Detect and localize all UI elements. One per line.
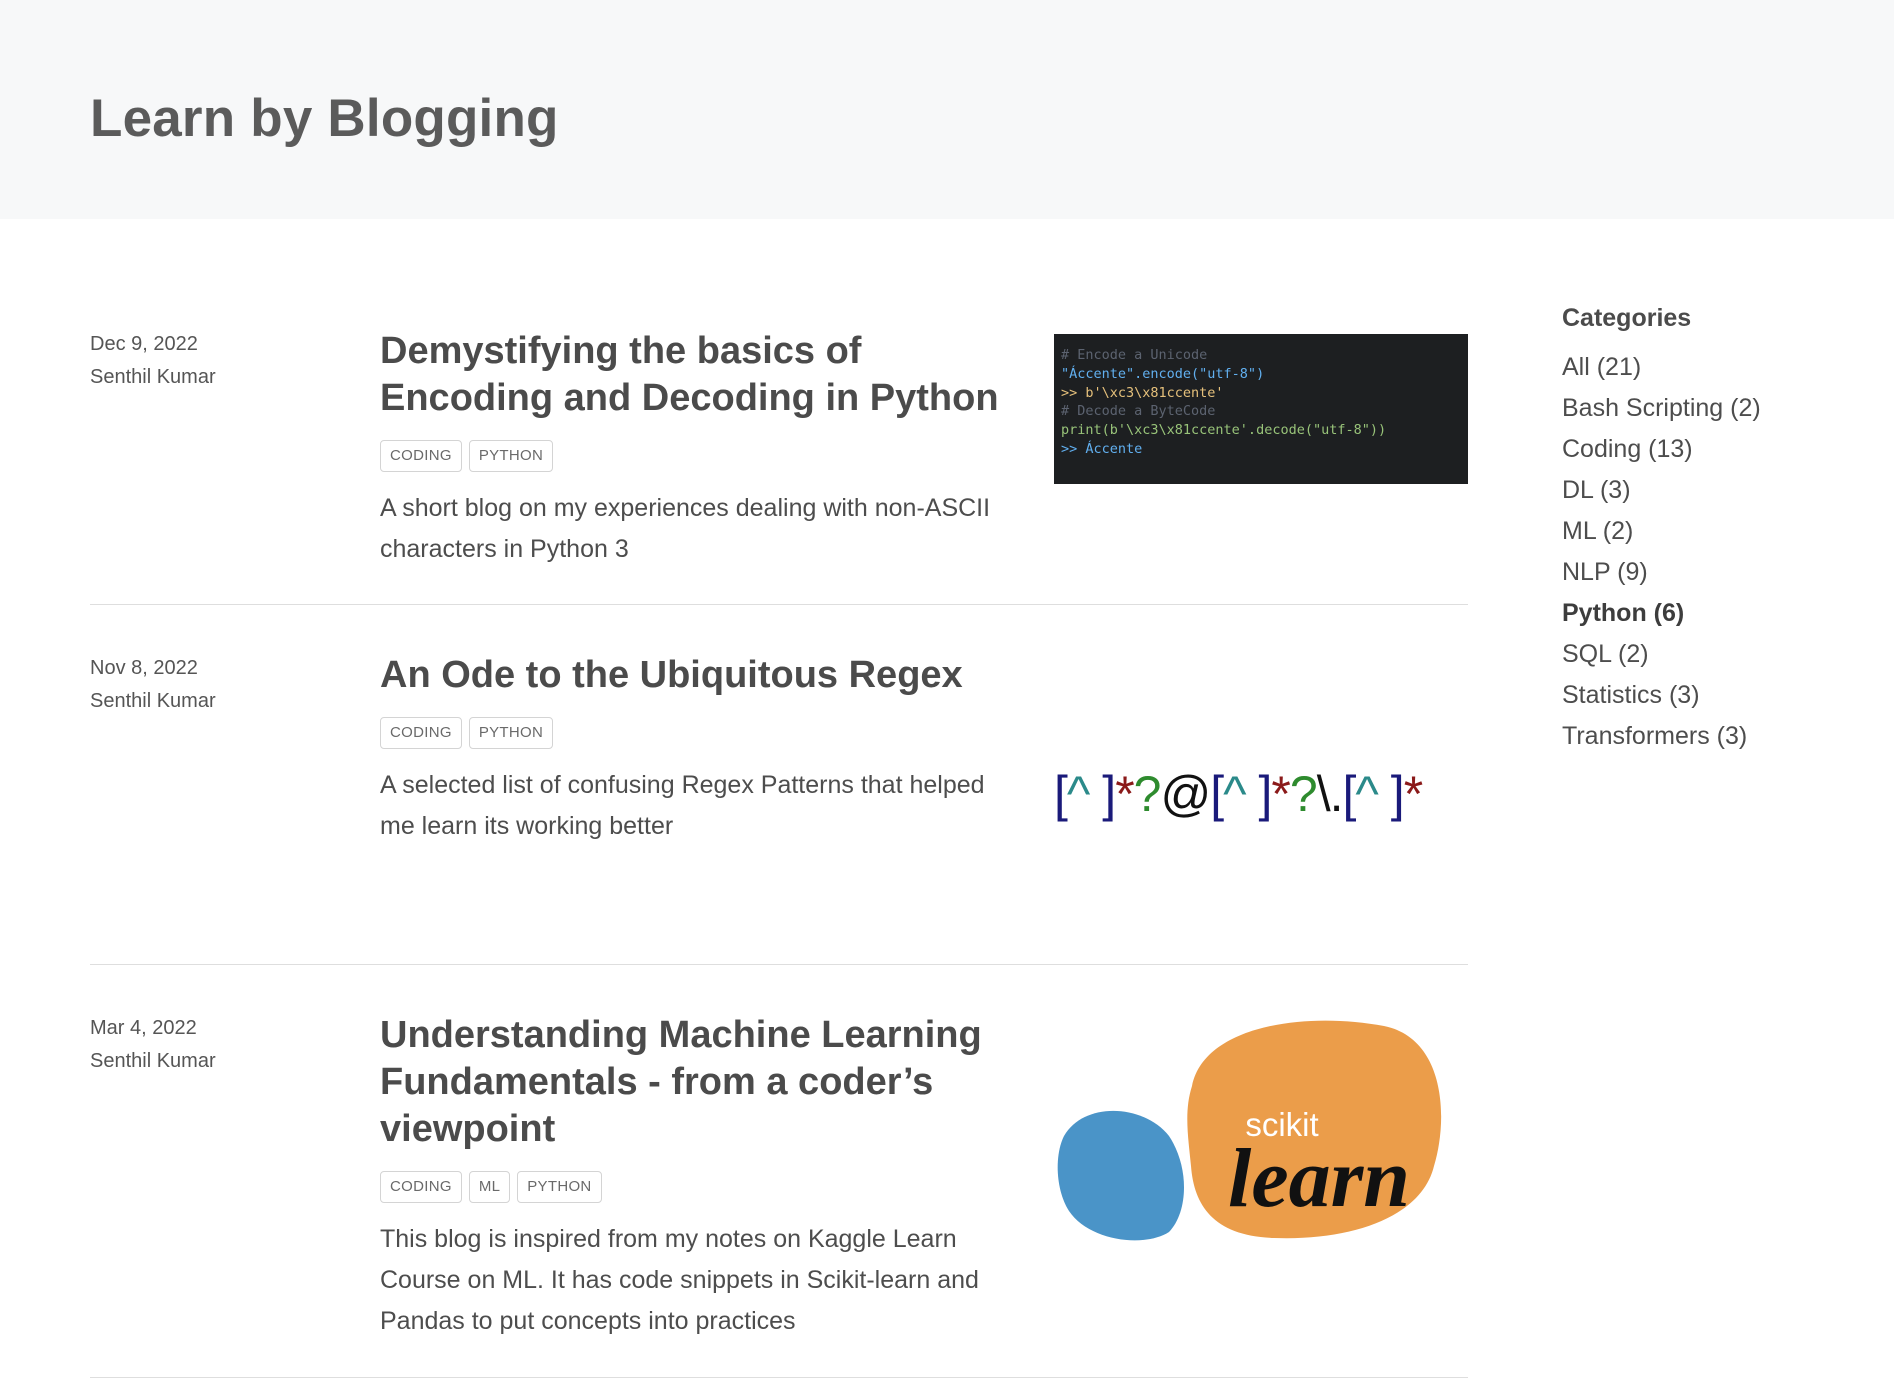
post-thumbnail-code[interactable]: # Encode a Unicode "Áccente".encode("utf… [1054,334,1468,484]
tag-ml[interactable]: ML [468,1171,511,1203]
code-line: print(b'\xc3\x81ccente'.decode("utf-8")) [1061,422,1387,439]
post-title[interactable]: An Ode to the Ubiquitous Regex [380,652,1000,699]
category-transformers[interactable]: Transformers (3) [1562,716,1862,757]
post-meta: Mar 4, 2022 Senthil Kumar [90,1012,350,1078]
category-all[interactable]: All (21) [1562,347,1862,388]
category-statistics[interactable]: Statistics (3) [1562,675,1862,716]
scikit-learn-logo: scikit learn [1057,1020,1442,1241]
post-item: Nov 8, 2022 Senthil Kumar An Ode to the … [90,652,1468,965]
site-header: Learn by Blogging [0,0,1894,219]
post-date: Mar 4, 2022 [90,1017,197,1039]
category-sql[interactable]: SQL (2) [1562,634,1862,675]
tag-python[interactable]: PYTHON [468,440,554,472]
tag-coding[interactable]: CODING [380,440,462,472]
categories-title: Categories [1562,304,1692,332]
category-ml[interactable]: ML (2) [1562,511,1862,552]
code-line: >> b'\xc3\x81ccente' [1061,384,1224,401]
code-line: >> Áccente [1061,440,1143,457]
post-item: Dec 9, 2022 Senthil Kumar Demystifying t… [90,328,1468,605]
post-thumbnail-logo[interactable]: scikit learn [1054,1016,1468,1248]
site-title[interactable]: Learn by Blogging [90,88,559,149]
post-tags: CODING PYTHON [380,440,1000,472]
post-author: Senthil Kumar [90,1050,216,1072]
category-coding[interactable]: Coding (13) [1562,429,1862,470]
post-author: Senthil Kumar [90,366,216,388]
post-meta: Dec 9, 2022 Senthil Kumar [90,328,350,394]
post-tags: CODING PYTHON [380,717,1000,749]
category-nlp[interactable]: NLP (9) [1562,552,1862,593]
post-description: This blog is inspired from my notes on K… [380,1225,979,1335]
post-tags: CODING ML PYTHON [380,1171,1000,1203]
post-title[interactable]: Demystifying the basics of Encoding and … [380,328,1000,422]
post-title[interactable]: Understanding Machine Learning Fundament… [380,1012,1000,1153]
tag-python[interactable]: PYTHON [517,1171,602,1203]
tag-coding[interactable]: CODING [380,717,462,749]
post-date: Dec 9, 2022 [90,333,198,355]
logo-text-big: learn [1228,1132,1410,1225]
category-dl[interactable]: DL (3) [1562,470,1862,511]
post-date: Nov 8, 2022 [90,657,198,679]
post-meta: Nov 8, 2022 Senthil Kumar [90,652,350,718]
code-line: # Decode a ByteCode [1061,403,1216,420]
code-line: "Áccente".encode("utf-8") [1061,365,1265,382]
code-line: # Encode a Unicode [1061,347,1208,363]
post-thumbnail-regex[interactable]: [^ ]*?@[^ ]*?\.[^ ]* [1054,754,1468,834]
category-python[interactable]: Python (6) [1562,593,1862,634]
post-author: Senthil Kumar [90,690,216,712]
category-bash-scripting[interactable]: Bash Scripting (2) [1562,388,1862,429]
post-item: Mar 4, 2022 Senthil Kumar Understanding … [90,1012,1468,1378]
post-description: A selected list of confusing Regex Patte… [380,771,985,840]
tag-coding[interactable]: CODING [380,1171,462,1203]
categories-sidebar: Categories All (21) Bash Scripting (2) C… [1562,304,1862,757]
post-description: A short blog on my experiences dealing w… [380,494,991,563]
tag-python[interactable]: PYTHON [468,717,554,749]
